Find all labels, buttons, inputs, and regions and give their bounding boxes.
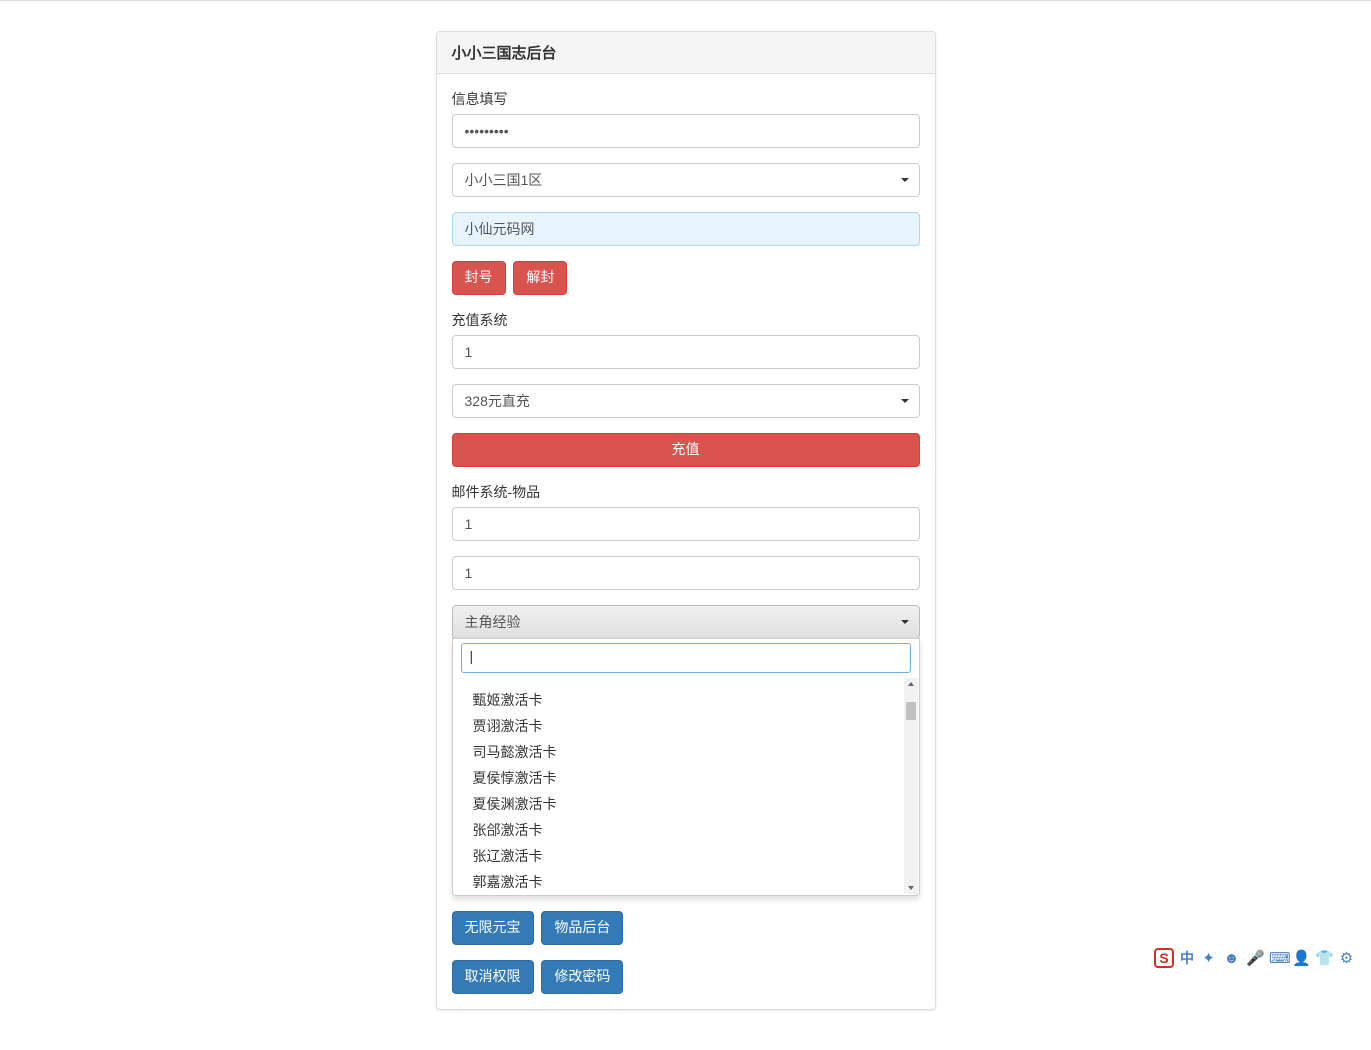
server-select[interactable]: 小小三国1区 xyxy=(452,163,920,197)
dropdown-item[interactable]: 夏侯惇激活卡 xyxy=(453,765,919,791)
dropdown-item[interactable]: 司马懿激活卡 xyxy=(453,739,919,765)
recharge-qty-input[interactable] xyxy=(452,335,920,369)
unban-button[interactable]: 解封 xyxy=(513,261,567,295)
ime-voice-icon[interactable]: 🎤 xyxy=(1246,949,1263,967)
ime-keyboard-icon[interactable]: ⌨ xyxy=(1269,949,1286,967)
top-divider xyxy=(0,0,1371,1)
mail-item-dropdown: | … 甄姬激活卡 贾诩激活卡 司马懿激活卡 夏侯惇激活卡 夏侯渊激活卡 张郃激… xyxy=(452,638,920,896)
admin-panel: 小小三国志后台 信息填写 小小三国1区 封号 解封 充值系统 328元直充 xyxy=(436,31,936,1010)
ime-skin-icon[interactable]: 👕 xyxy=(1315,949,1332,967)
scroll-up-icon[interactable] xyxy=(908,682,914,686)
ime-logo-icon[interactable]: S xyxy=(1154,948,1174,968)
mail-field1-input[interactable] xyxy=(452,507,920,541)
dropdown-list[interactable]: … 甄姬激活卡 贾诩激活卡 司马懿激活卡 夏侯惇激活卡 夏侯渊激活卡 张郃激活卡… xyxy=(453,677,919,895)
ime-lang-indicator[interactable]: 中 xyxy=(1180,948,1194,968)
mail-item-select[interactable]: 主角经验 xyxy=(452,605,920,639)
dropdown-item[interactable]: 甄姬激活卡 xyxy=(453,687,919,713)
scroll-down-icon[interactable] xyxy=(908,886,914,890)
ime-user-icon[interactable]: 👤 xyxy=(1292,949,1309,967)
cancel-perm-button[interactable]: 取消权限 xyxy=(452,960,534,994)
unlimited-gold-button[interactable]: 无限元宝 xyxy=(452,911,534,945)
ime-emoji-icon[interactable]: ☻ xyxy=(1223,950,1240,967)
dropdown-search-input[interactable]: | xyxy=(461,643,911,673)
password-input[interactable] xyxy=(452,114,920,148)
server-selected-text: 小小三国1区 xyxy=(465,172,543,188)
dropdown-item[interactable]: 郭嘉激活卡 xyxy=(453,869,919,895)
ime-punct-icon[interactable]: ✦ xyxy=(1200,949,1217,967)
dropdown-item[interactable]: 张辽激活卡 xyxy=(453,843,919,869)
dropdown-item-partial-top[interactable]: … xyxy=(453,679,919,687)
mail-item-selected-text: 主角经验 xyxy=(465,614,521,630)
dropdown-scrollbar[interactable] xyxy=(904,678,918,894)
panel-body: 信息填写 小小三国1区 封号 解封 充值系统 328元直充 充值 xyxy=(437,74,935,1009)
item-backend-button[interactable]: 物品后台 xyxy=(541,911,623,945)
cursor-indicator: | xyxy=(470,648,474,664)
recharge-amount-select[interactable]: 328元直充 xyxy=(452,384,920,418)
dropdown-item[interactable]: 贾诩激活卡 xyxy=(453,713,919,739)
ime-settings-icon[interactable]: ⚙ xyxy=(1338,949,1355,967)
mail-label: 邮件系统-物品 xyxy=(452,482,920,502)
recharge-submit-button[interactable]: 充值 xyxy=(452,433,920,467)
panel-title: 小小三国志后台 xyxy=(437,32,935,74)
ban-button[interactable]: 封号 xyxy=(452,261,506,295)
mail-field2-input[interactable] xyxy=(452,556,920,590)
change-pwd-button[interactable]: 修改密码 xyxy=(541,960,623,994)
info-label: 信息填写 xyxy=(452,89,920,109)
recharge-section: 充值系统 xyxy=(452,310,920,369)
dropdown-item[interactable]: 张郃激活卡 xyxy=(453,817,919,843)
ime-toolbar: S 中 ✦ ☻ 🎤 ⌨ 👤 👕 ⚙ xyxy=(1148,944,1361,972)
recharge-label: 充值系统 xyxy=(452,310,920,330)
scroll-thumb[interactable] xyxy=(906,702,916,720)
dropdown-item[interactable]: 夏侯渊激活卡 xyxy=(453,791,919,817)
recharge-amount-text: 328元直充 xyxy=(465,393,530,409)
mail-section: 邮件系统-物品 xyxy=(452,482,920,541)
username-input[interactable] xyxy=(452,212,920,246)
info-section: 信息填写 xyxy=(452,89,920,148)
